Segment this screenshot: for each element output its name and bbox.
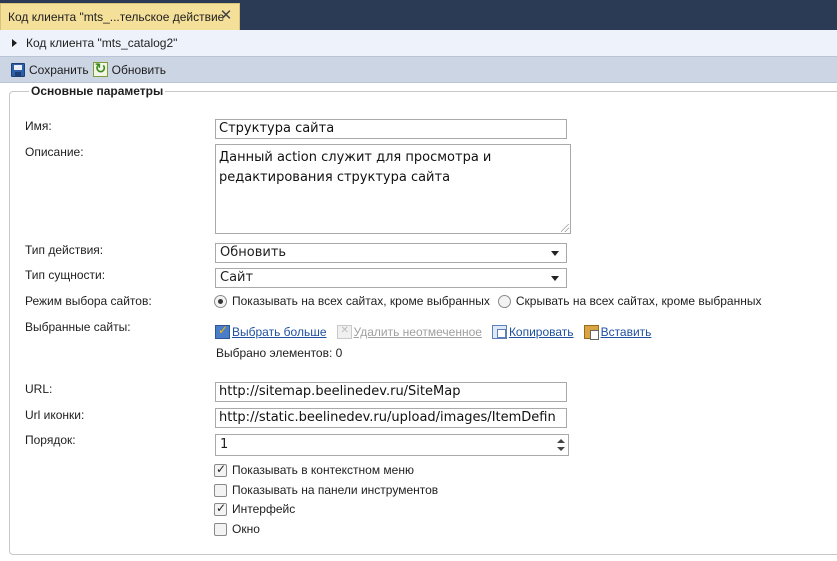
icon-url-input[interactable]: http://static.beelinedev.ru/upload/image…: [215, 408, 567, 428]
delete-unchecked-label: Удалить неотмеченное: [353, 325, 482, 339]
name-label: Имя:: [25, 119, 52, 133]
spinner[interactable]: [556, 437, 566, 453]
action-type-label: Тип действия:: [25, 243, 104, 257]
selected-sites-label: Выбранные сайты:: [25, 320, 131, 334]
action-type-select[interactable]: Обновить: [215, 243, 567, 263]
paste-link[interactable]: Вставить: [583, 325, 652, 340]
delete-unchecked-link[interactable]: Удалить неотмеченное: [336, 325, 482, 339]
checkbox-interface[interactable]: Интерфейс: [214, 501, 296, 516]
tab-title: Код клиента "mts_...тельское действие: [8, 10, 225, 24]
copy-icon: [491, 325, 507, 339]
checkbox-toolbar-label: Показывать на панели инструментов: [232, 483, 439, 497]
entity-type-label: Тип сущности:: [25, 268, 106, 282]
icon-url-label: Url иконки:: [25, 408, 85, 422]
select-more-icon: [215, 323, 230, 339]
checkbox-interface-label: Интерфейс: [232, 502, 296, 516]
order-value: 1: [220, 437, 229, 452]
checkbox-context-menu-box[interactable]: [214, 462, 227, 477]
checkbox-context-menu[interactable]: Показывать в контекстном меню: [214, 462, 414, 477]
save-button[interactable]: Сохранить: [11, 60, 89, 80]
checkbox-toolbar[interactable]: Показывать на панели инструментов: [214, 483, 438, 497]
paste-icon: [583, 325, 599, 340]
copy-link[interactable]: Копировать: [491, 325, 574, 339]
breadcrumb-item[interactable]: Код клиента "mts_catalog2": [26, 36, 177, 50]
description-label: Описание:: [25, 145, 84, 159]
breadcrumb: Код клиента "mts_catalog2": [0, 30, 837, 56]
paste-label: Вставить: [600, 325, 652, 339]
refresh-icon: [92, 60, 108, 77]
save-icon: [11, 62, 25, 77]
name-input[interactable]: Структура сайта: [215, 119, 567, 139]
checkbox-interface-box[interactable]: [214, 501, 227, 516]
url-input[interactable]: http://sitemap.beelinedev.ru/SiteMap: [215, 382, 567, 402]
spin-down-icon[interactable]: [557, 447, 565, 451]
description-text: Данный action служит для просмотра и ред…: [219, 150, 492, 185]
dropdown-arrow-icon: [551, 276, 559, 281]
order-stepper[interactable]: 1: [215, 434, 569, 456]
resize-grip-icon[interactable]: [561, 224, 569, 232]
checkbox-window-box[interactable]: [214, 522, 227, 536]
select-more-label: Выбрать больше: [232, 325, 327, 339]
delete-icon: [336, 325, 352, 339]
close-icon[interactable]: ✕: [218, 8, 234, 24]
site-mode-option-show[interactable]: Показывать на всех сайтах, кроме выбранн…: [232, 294, 490, 308]
site-mode-radio-show[interactable]: [214, 294, 227, 308]
site-mode-label: Режим выбора сайтов:: [25, 294, 152, 308]
checkbox-context-menu-label: Показывать в контекстном меню: [232, 463, 414, 477]
selected-count: Выбрано элементов: 0: [216, 346, 343, 360]
site-mode-radio-hide[interactable]: [497, 294, 511, 308]
action-type-value: Обновить: [220, 245, 287, 260]
order-label: Порядок:: [25, 433, 76, 447]
checkbox-window-label: Окно: [232, 522, 260, 536]
document-tab[interactable]: Код клиента "mts_...тельское действие ✕: [0, 3, 240, 30]
refresh-button[interactable]: Обновить: [92, 60, 166, 80]
entity-type-value: Сайт: [220, 270, 254, 285]
spin-up-icon[interactable]: [557, 439, 565, 443]
checkbox-toolbar-box[interactable]: [214, 483, 227, 497]
toolbar: Сохранить Обновить: [0, 56, 837, 83]
site-mode-radio-group: Показывать на всех сайтах, кроме выбранн…: [214, 294, 761, 308]
url-label: URL:: [25, 382, 53, 396]
refresh-button-label: Обновить: [111, 62, 166, 77]
checkbox-window[interactable]: Окно: [214, 522, 260, 536]
expand-arrow-icon[interactable]: [12, 39, 17, 47]
save-button-label: Сохранить: [29, 62, 89, 77]
select-more-link[interactable]: Выбрать больше: [215, 323, 327, 339]
copy-label: Копировать: [508, 325, 574, 339]
document-tab-strip: Код клиента "mts_...тельское действие ✕: [0, 0, 837, 30]
section-title: Основные параметры: [29, 84, 166, 98]
entity-type-select[interactable]: Сайт: [215, 268, 567, 288]
dropdown-arrow-icon: [551, 251, 559, 256]
selected-sites-actions: Выбрать больше Удалить неотмеченное Копи…: [215, 323, 661, 340]
site-mode-option-hide[interactable]: Скрывать на всех сайтах, кроме выбранных: [516, 294, 762, 308]
description-textarea[interactable]: Данный action служит для просмотра и ред…: [215, 144, 571, 234]
